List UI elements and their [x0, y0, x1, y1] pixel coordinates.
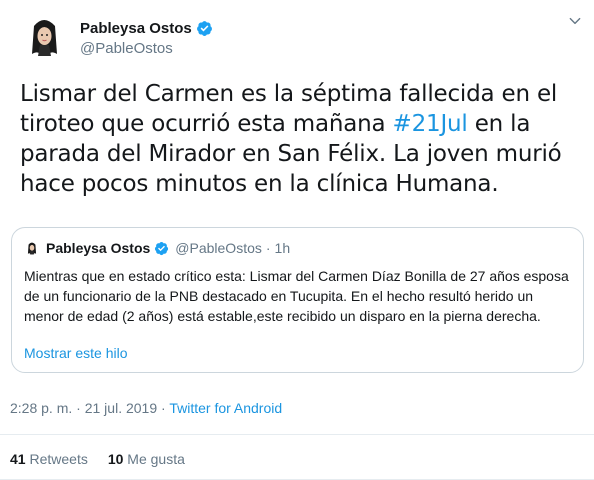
- chevron-down-icon[interactable]: [568, 14, 582, 28]
- author-handle[interactable]: @PableOstos: [80, 40, 173, 57]
- tweet-meta: 2:28 p. m. · 21 jul. 2019 · Twitter for …: [10, 400, 282, 416]
- author-name-row[interactable]: Pableysa Ostos: [80, 20, 213, 37]
- tweet-time[interactable]: 2:28 p. m.: [10, 400, 72, 416]
- quoted-handle: @PableOstos: [175, 240, 262, 256]
- retweets-count[interactable]: 41: [10, 451, 26, 467]
- display-name[interactable]: Pableysa Ostos: [80, 20, 192, 37]
- avatar-illustration-icon: [20, 12, 69, 61]
- likes-count[interactable]: 10: [108, 451, 124, 467]
- verified-badge-icon: [196, 21, 212, 36]
- quoted-time: 1h: [274, 240, 291, 256]
- tweet-date[interactable]: 21 jul. 2019: [85, 400, 157, 416]
- quoted-tweet[interactable]: Pableysa Ostos @PableOstos · 1h Mientras…: [11, 227, 584, 373]
- meta-separator: ·: [157, 400, 170, 416]
- quoted-avatar-illustration-icon: [24, 240, 40, 256]
- retweets-label[interactable]: Retweets: [29, 451, 87, 467]
- hashtag-link[interactable]: #21Jul: [393, 111, 468, 137]
- quoted-avatar: [24, 240, 40, 256]
- tweet-stats: 41 Retweets 10 Me gusta: [10, 451, 185, 467]
- verified-badge-icon: [155, 241, 169, 255]
- show-thread-link[interactable]: Mostrar este hilo: [24, 345, 127, 361]
- quoted-tweet-header: Pableysa Ostos @PableOstos · 1h: [24, 240, 290, 256]
- tweet-source-link[interactable]: Twitter for Android: [169, 400, 282, 416]
- meta-separator: ·: [72, 400, 85, 416]
- likes-label[interactable]: Me gusta: [127, 451, 185, 467]
- tweet-header: Pableysa Ostos @PableOstos: [0, 0, 594, 72]
- avatar[interactable]: [20, 12, 69, 61]
- separator-dot: ·: [265, 240, 271, 256]
- tweet-text: Lismar del Carmen es la séptima fallecid…: [20, 79, 585, 199]
- quoted-tweet-text: Mientras que en estado crítico esta: Lis…: [24, 268, 569, 324]
- divider: [0, 434, 594, 435]
- quoted-display-name: Pableysa Ostos: [46, 240, 151, 256]
